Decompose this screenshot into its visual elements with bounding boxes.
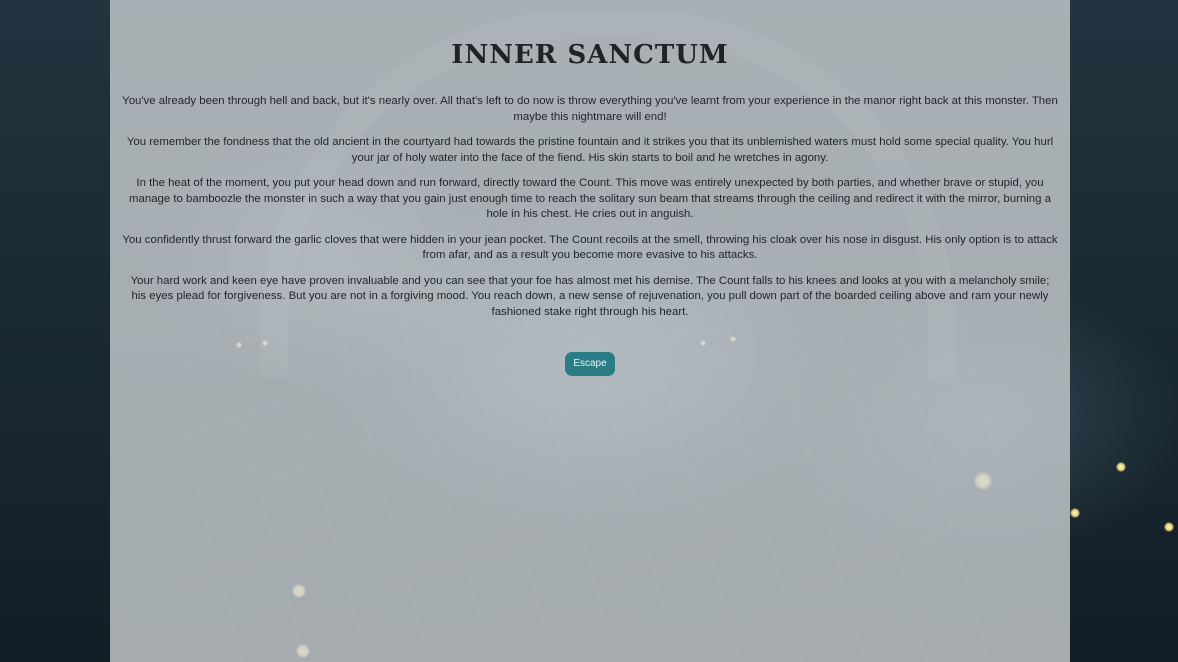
story-paragraph: You confidently thrust forward the garli… — [122, 233, 1058, 262]
story-paragraph: Your hard work and keen eye have proven … — [130, 274, 1050, 318]
candle-glow — [1164, 522, 1174, 532]
story-paragraph: You remember the fondness that the old a… — [126, 136, 1054, 164]
escape-button[interactable]: Escape — [565, 352, 615, 376]
story-paragraph: You've already been through hell and bac… — [122, 95, 1058, 123]
story-paragraph: In the heat of the moment, you put your … — [129, 177, 1051, 220]
scene-title: INNER SANCTUM — [451, 40, 729, 70]
candle-glow — [1070, 508, 1080, 518]
candle-glow — [1116, 462, 1126, 472]
story-panel: INNER SANCTUM You've already been throug… — [110, 0, 1070, 662]
